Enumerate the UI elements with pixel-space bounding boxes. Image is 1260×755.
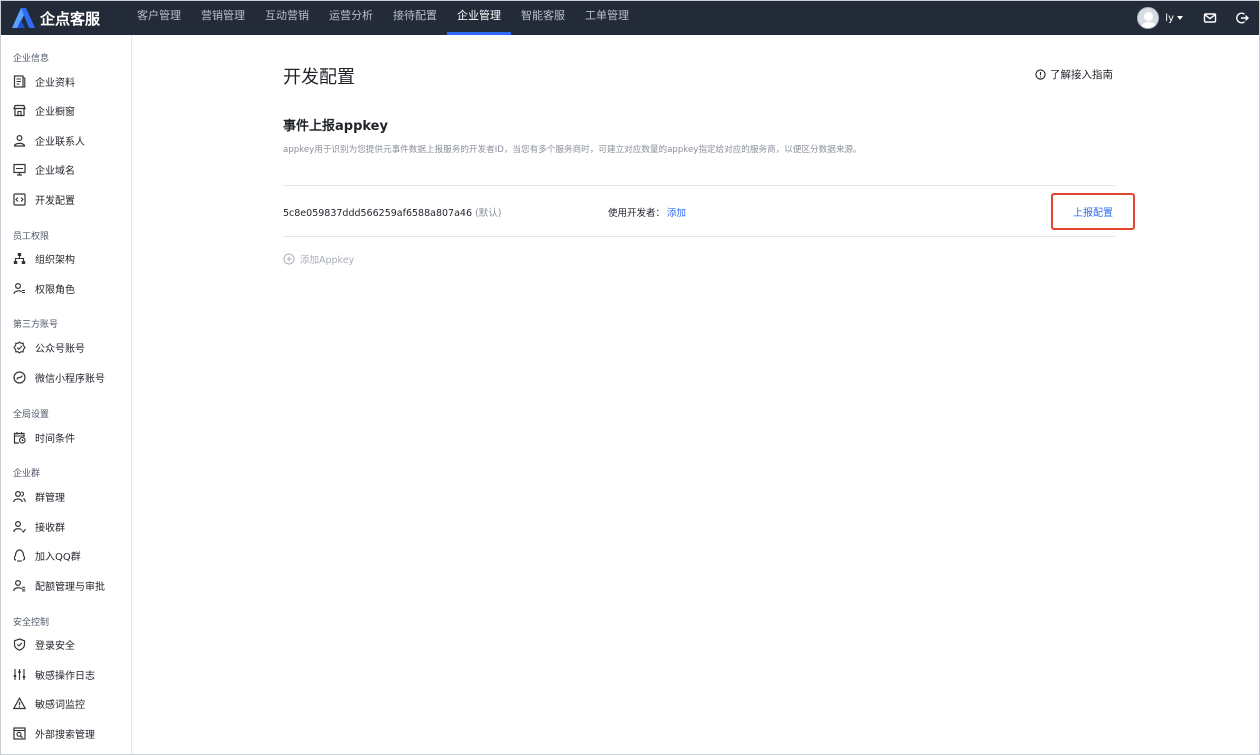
sidebar-item-label: 接收群 (35, 522, 65, 534)
guide-link-text: 了解接入指南 (1050, 69, 1113, 81)
section-title: 事件上报appkey (283, 119, 388, 134)
code-icon (13, 192, 26, 206)
sidebar-item-label: 组织架构 (35, 254, 75, 266)
sidebar-item-label: 配额管理与审批 (35, 581, 105, 593)
mail-icon[interactable] (1203, 11, 1217, 25)
sidebar-item-enterprise-showcase[interactable]: 企业橱窗 (1, 98, 131, 122)
sidebar-item-dev-config[interactable]: 开发配置 (1, 187, 131, 211)
plus-circle-icon (283, 253, 295, 265)
add-developer-link[interactable]: 添加 (667, 205, 686, 219)
sidebar-group-title: 全局设置 (13, 410, 50, 420)
sidebar-item-login-security[interactable]: 登录安全 (1, 632, 131, 656)
sidebar-item-time-condition[interactable]: 时间条件 (1, 425, 131, 449)
sidebar-item-quota-approval[interactable]: 配额管理与审批 (1, 573, 131, 597)
main-content: 开发配置 了解接入指南 事件上报appkey appkey用于识别为您提供元事件… (133, 35, 1259, 754)
qq-group-icon (13, 548, 26, 562)
sidebar-item-label: 群管理 (35, 492, 65, 504)
sidebar-item-join-qq-group[interactable]: 加入QQ群 (1, 543, 131, 567)
brand-name: 企点客服 (40, 9, 101, 28)
sidebar-item-mini-program[interactable]: 微信小程序账号 (1, 365, 131, 389)
sidebar-item-enterprise-profile[interactable]: 企业资料 (1, 69, 131, 93)
warning-icon (13, 696, 26, 709)
monitor-icon (13, 163, 26, 176)
sidebar-item-label: 公众号账号 (35, 343, 85, 355)
nav-customer-management[interactable]: 客户管理 (127, 1, 191, 35)
sidebar-group-title: 企业信息 (13, 54, 50, 64)
appkey-text: 5c8e059837ddd566259af6588a807a46 (283, 208, 472, 219)
sidebar-item-label: 登录安全 (35, 640, 75, 652)
calendar-clock-icon (13, 431, 26, 444)
sidebar: 企业信息 企业资料 企业橱窗 企业联系人 企业域名 开发配置 员工权限 组织架构 (1, 35, 132, 754)
storefront-icon (13, 104, 26, 116)
sidebar-item-sensitive-log[interactable]: 敏感操作日志 (1, 662, 131, 686)
nav-interactive-marketing[interactable]: 互动营销 (255, 1, 319, 35)
sidebar-item-receive-group[interactable]: 接收群 (1, 514, 131, 538)
nav-smart-service[interactable]: 智能客服 (511, 1, 575, 35)
sidebar-item-sensitive-word[interactable]: 敏感词监控 (1, 691, 131, 715)
avatar[interactable] (1137, 7, 1160, 29)
sidebar-item-group-management[interactable]: 群管理 (1, 484, 131, 508)
top-bar: 企点客服 客户管理 营销管理 互动营销 运营分析 接待配置 企业管理 智能客服 … (1, 1, 1259, 35)
default-tag: (默认) (474, 208, 502, 219)
sidebar-item-label: 外部搜索管理 (35, 729, 95, 741)
report-config-button[interactable]: 上报配置 (1051, 193, 1135, 230)
sidebar-item-label: 加入QQ群 (35, 551, 81, 563)
sidebar-item-org-structure[interactable]: 组织架构 (1, 246, 131, 270)
username[interactable]: ly (1165, 13, 1174, 24)
developer-label: 使用开发者： (608, 208, 666, 219)
quota-approval-icon (13, 579, 26, 591)
section-description: appkey用于识别为您提供元事件数据上报服务的开发者ID，当您有多个服务商时，… (283, 145, 862, 155)
nav-reception-config[interactable]: 接待配置 (383, 1, 447, 35)
row-divider-bottom (283, 236, 1115, 237)
shield-icon (13, 637, 26, 651)
sidebar-item-label: 企业域名 (35, 165, 75, 177)
document-icon (13, 74, 26, 88)
sidebar-group-title: 员工权限 (13, 232, 50, 242)
main-nav: 客户管理 营销管理 互动营销 运营分析 接待配置 企业管理 智能客服 工单管理 (127, 1, 639, 35)
contact-icon (13, 134, 26, 147)
page-title: 开发配置 (283, 67, 355, 88)
group-receive-icon (13, 520, 26, 533)
sidebar-item-label: 企业联系人 (35, 136, 85, 148)
sidebar-item-label: 敏感操作日志 (35, 670, 95, 682)
brand[interactable]: 企点客服 (1, 7, 119, 29)
user-role-icon (13, 282, 25, 294)
sidebar-item-external-search[interactable]: 外部搜索管理 (1, 721, 131, 745)
nav-marketing-management[interactable]: 营销管理 (191, 1, 255, 35)
sidebar-group-title: 企业群 (13, 469, 41, 479)
add-appkey-button[interactable]: 添加Appkey (283, 252, 354, 266)
row-divider-top (283, 185, 1115, 186)
nav-enterprise-management[interactable]: 企业管理 (447, 1, 511, 35)
logout-icon[interactable] (1235, 11, 1249, 25)
appkey-value: 5c8e059837ddd566259af6588a807a46 (默认) (283, 205, 501, 219)
org-chart-icon (13, 252, 26, 264)
nav-operation-analysis[interactable]: 运营分析 (319, 1, 383, 35)
sidebar-group-title: 第三方账号 (13, 320, 59, 330)
guide-link[interactable]: 了解接入指南 (1035, 67, 1113, 82)
sidebar-item-label: 开发配置 (35, 195, 75, 207)
sidebar-item-enterprise-contact[interactable]: 企业联系人 (1, 128, 131, 152)
group-icon (13, 490, 26, 502)
sidebar-item-label: 时间条件 (35, 433, 75, 445)
brand-logo-icon (12, 8, 35, 28)
nav-ticket-management[interactable]: 工单管理 (575, 1, 639, 35)
search-box-icon (13, 726, 26, 740)
mini-program-icon (13, 370, 26, 384)
top-right-tools: ly (1137, 1, 1259, 35)
chevron-down-icon[interactable] (1177, 16, 1183, 20)
sidebar-item-label: 权限角色 (35, 284, 75, 296)
sliders-icon (13, 668, 26, 680)
official-account-icon (13, 340, 26, 354)
sidebar-item-label: 企业橱窗 (35, 106, 75, 118)
sidebar-item-enterprise-domain[interactable]: 企业域名 (1, 157, 131, 181)
sidebar-item-label: 企业资料 (35, 77, 75, 89)
sidebar-item-official-account[interactable]: 公众号账号 (1, 335, 131, 359)
sidebar-item-label: 敏感词监控 (35, 699, 85, 711)
add-appkey-text: 添加Appkey (300, 255, 355, 266)
app-window: 企点客服 客户管理 营销管理 互动营销 运营分析 接待配置 企业管理 智能客服 … (0, 0, 1260, 755)
sidebar-item-label: 微信小程序账号 (35, 373, 105, 385)
sidebar-item-permission-role[interactable]: 权限角色 (1, 276, 131, 300)
info-icon (1035, 69, 1046, 80)
sidebar-group-title: 安全控制 (13, 618, 50, 628)
